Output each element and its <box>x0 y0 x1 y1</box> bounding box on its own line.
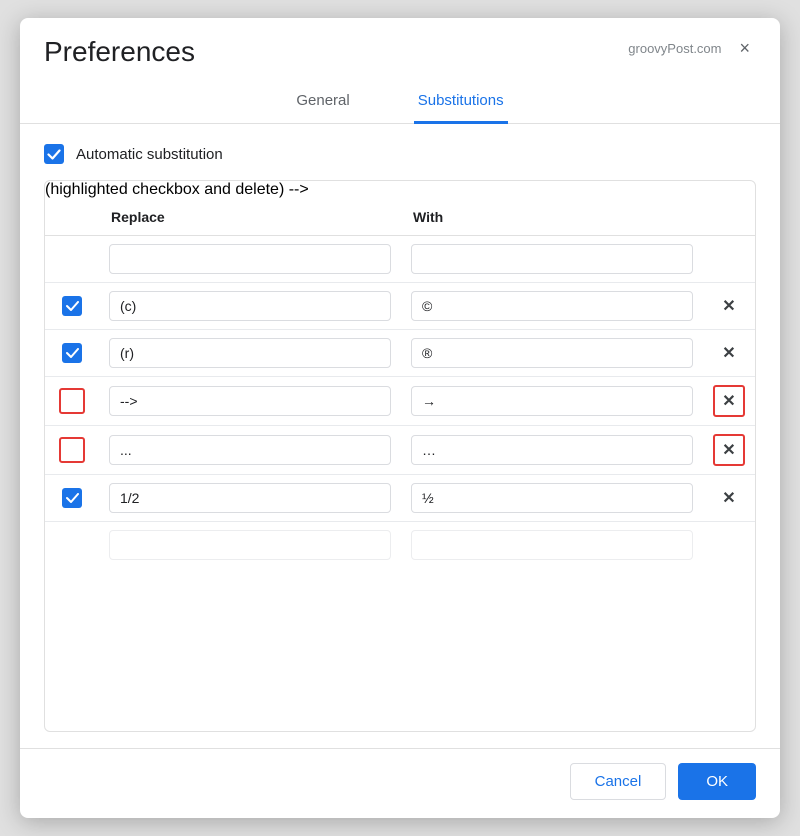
preferences-dialog: Preferences groovyPost.com × General Sub… <box>20 18 780 818</box>
row-with-cell <box>401 283 703 330</box>
row-with-cell <box>401 426 703 475</box>
row-delete-cell <box>703 522 755 569</box>
auto-substitution-label: Automatic substitution <box>76 146 223 163</box>
table-row: ✕ <box>45 426 755 475</box>
substitutions-table: Replace With <box>45 199 755 568</box>
delete-button[interactable]: ✕ <box>716 294 741 318</box>
brand-text: groovyPost.com <box>628 41 721 56</box>
row-delete-cell: ✕ <box>703 283 755 330</box>
delete-button-highlighted[interactable]: ✕ <box>713 385 745 417</box>
replace-input[interactable] <box>109 244 391 274</box>
with-input[interactable] <box>411 291 693 321</box>
row-replace-cell <box>99 475 401 522</box>
table-header-row: Replace With <box>45 199 755 236</box>
row-with-cell <box>401 377 703 426</box>
close-button[interactable]: × <box>733 36 756 61</box>
row-with-cell <box>401 522 703 569</box>
row-replace-cell <box>99 377 401 426</box>
replace-input[interactable] <box>109 386 391 416</box>
row-check-cell <box>45 283 99 330</box>
row-checkbox-highlighted[interactable] <box>59 388 85 414</box>
with-input[interactable] <box>411 530 693 560</box>
with-input[interactable] <box>411 435 693 465</box>
dialog-footer: Cancel OK <box>20 748 780 818</box>
table-row: ✕ <box>45 377 755 426</box>
substitutions-table-area: (highlighted checkbox and delete) --> Re… <box>44 180 756 732</box>
delete-button[interactable]: ✕ <box>716 341 741 365</box>
row-checkbox[interactable] <box>62 488 82 508</box>
row-with-cell <box>401 330 703 377</box>
with-input[interactable] <box>411 338 693 368</box>
row-replace-cell <box>99 283 401 330</box>
row-check-cell <box>45 236 99 283</box>
row-check-cell <box>45 475 99 522</box>
row-checkbox[interactable] <box>62 296 82 316</box>
replace-input[interactable] <box>109 435 391 465</box>
header-right: groovyPost.com × <box>628 36 756 61</box>
row-replace-cell <box>99 522 401 569</box>
row-check-cell <box>45 377 99 426</box>
replace-input[interactable] <box>109 530 391 560</box>
row-replace-cell <box>99 426 401 475</box>
table-row: ✕ <box>45 475 755 522</box>
tab-substitutions[interactable]: Substitutions <box>414 84 508 124</box>
delete-button-highlighted[interactable]: ✕ <box>713 434 745 466</box>
cancel-button[interactable]: Cancel <box>570 763 667 800</box>
delete-button[interactable]: ✕ <box>716 486 741 510</box>
table-row <box>45 522 755 569</box>
with-input[interactable] <box>411 386 693 416</box>
ok-button[interactable]: OK <box>678 763 756 800</box>
row-delete-cell: ✕ <box>703 475 755 522</box>
row-replace-cell <box>99 236 401 283</box>
row-check-cell <box>45 522 99 569</box>
row-with-cell <box>401 236 703 283</box>
row-checkbox[interactable] <box>62 343 82 363</box>
row-delete-cell: ✕ <box>703 377 755 426</box>
row-check-cell <box>45 426 99 475</box>
replace-input[interactable] <box>109 483 391 513</box>
row-delete-cell <box>703 236 755 283</box>
table-row <box>45 236 755 283</box>
col-checkbox-header <box>45 199 99 236</box>
col-with-header: With <box>401 199 703 236</box>
table-scroll[interactable]: (highlighted checkbox and delete) --> Re… <box>45 181 755 568</box>
table-row: ✕ <box>45 330 755 377</box>
auto-substitution-checkbox[interactable] <box>44 144 64 164</box>
row-delete-cell: ✕ <box>703 426 755 475</box>
col-delete-header <box>703 199 755 236</box>
row-check-cell <box>45 330 99 377</box>
dialog-title: Preferences <box>44 36 195 68</box>
table-row: ✕ <box>45 283 755 330</box>
tabs-bar: General Substitutions <box>20 84 780 124</box>
dialog-body: Automatic substitution (highlighted chec… <box>20 124 780 748</box>
col-replace-header: Replace <box>99 199 401 236</box>
auto-substitution-row: Automatic substitution <box>44 144 756 164</box>
replace-input[interactable] <box>109 291 391 321</box>
row-checkbox-highlighted[interactable] <box>59 437 85 463</box>
replace-input[interactable] <box>109 338 391 368</box>
dialog-header: Preferences groovyPost.com × <box>20 18 780 68</box>
with-input[interactable] <box>411 244 693 274</box>
row-with-cell <box>401 475 703 522</box>
row-delete-cell: ✕ <box>703 330 755 377</box>
tab-general[interactable]: General <box>292 84 353 124</box>
row-replace-cell <box>99 330 401 377</box>
with-input[interactable] <box>411 483 693 513</box>
